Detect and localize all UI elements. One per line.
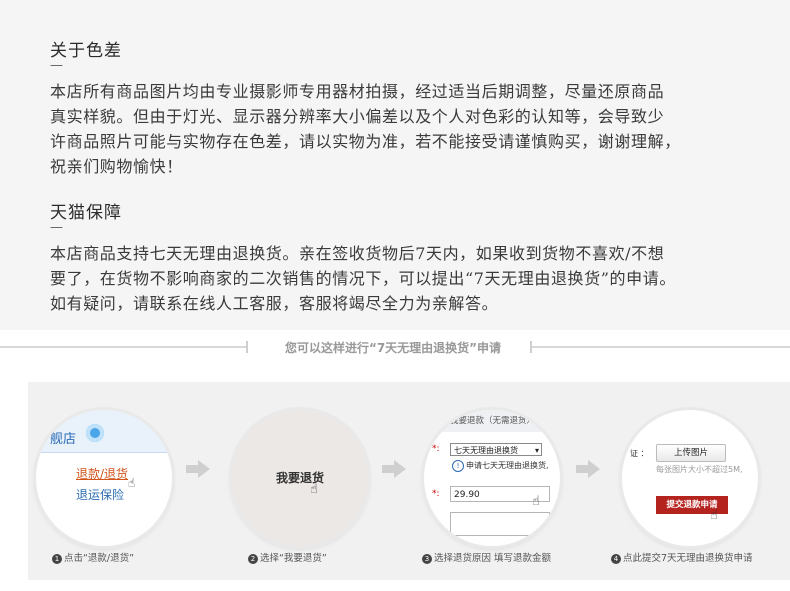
color-diff-text: 本店所有商品图片均由专业摄影师专用器材拍摄，经过适当后期调整，尽量还原商品 真实…: [50, 82, 681, 176]
divider-heading: 您可以这样进行“7天无理由退换货”申请: [284, 341, 502, 355]
return-note: 申请七天无理由退换货,: [466, 461, 549, 470]
cursor-hand-icon: ☝: [310, 482, 318, 497]
cursor-hand-icon: ☝: [710, 508, 718, 523]
step-1-illustration: 舰店 退款/退货 ☝ 退运保险: [36, 410, 172, 546]
step-caption-text: 选择“我要退货”: [260, 553, 327, 564]
refund-description-input[interactable]: [450, 512, 550, 536]
cursor-hand-icon: ☝: [532, 494, 540, 509]
step-number-badge: 4: [611, 553, 621, 564]
cursor-hand-icon: ☝: [128, 476, 136, 490]
credential-label: 证 ：: [630, 449, 649, 458]
chevron-down-icon: ▾: [534, 446, 539, 455]
title-dash: —: [50, 220, 63, 235]
step-number-badge: 2: [248, 553, 258, 564]
step-arrow-icon: [186, 460, 210, 478]
want-return-button[interactable]: 我要退货: [232, 469, 368, 486]
shop-name: 舰店: [50, 432, 77, 447]
title-dash: —: [50, 58, 63, 73]
required-star: *:: [432, 444, 440, 454]
step-1-caption: 1 点击“退款/退货”: [52, 550, 134, 564]
step-caption-text: 选择退货原因 填写退款金额: [434, 553, 552, 564]
divider-line-left: [0, 346, 246, 348]
refund-form-header: 我要退款（无需退货）: [424, 410, 560, 432]
refund-return-link[interactable]: 退款/退货: [76, 465, 128, 482]
step-3-illustration: 我要退款（无需退货） *: 七天无理由退换货 ▾ ! 申请七天无理由退换货, *…: [424, 410, 560, 546]
wangwang-icon[interactable]: [86, 424, 104, 442]
required-star: *:: [432, 489, 440, 499]
info-icon: !: [452, 460, 464, 472]
step-2-caption: 2 选择“我要退货”: [248, 550, 327, 564]
divider-line-right: [532, 346, 790, 348]
step-4-illustration: 证 ： 上传图片 每张图片大小不超过5M, 提交退款申请 ☝: [622, 410, 758, 546]
step-arrow-icon: [576, 460, 600, 478]
step-caption-text: 点此提交7天无理由退换货申请: [623, 553, 753, 564]
step-number-badge: 3: [422, 553, 432, 564]
return-reason-select[interactable]: 七天无理由退换货 ▾: [450, 443, 542, 456]
upload-image-button[interactable]: 上传图片: [656, 444, 726, 462]
step-4-caption: 4 点此提交7天无理由退换货申请: [611, 550, 753, 564]
return-insurance-link[interactable]: 退运保险: [76, 486, 124, 503]
upload-hint: 每张图片大小不超过5M,: [656, 465, 743, 474]
tmall-guarantee-text: 本店商品支持七天无理由退换货。亲在签收货物后7天内，如果收到货物不喜欢/不想 要…: [50, 244, 676, 313]
info-section: 关于色差 — 本店所有商品图片均由专业摄影师专用器材拍摄，经过适当后期调整，尽量…: [0, 0, 790, 330]
step-arrow-icon: [382, 460, 406, 478]
select-value: 七天无理由退换货: [454, 446, 518, 455]
step-2-illustration: 我要退货 ☝: [232, 410, 368, 546]
step-caption-text: 点击“退款/退货”: [64, 553, 135, 564]
divider-cap: [246, 341, 248, 353]
step-number-badge: 1: [52, 553, 62, 564]
step-3-caption: 3 选择退货原因 填写退款金额: [422, 550, 551, 564]
